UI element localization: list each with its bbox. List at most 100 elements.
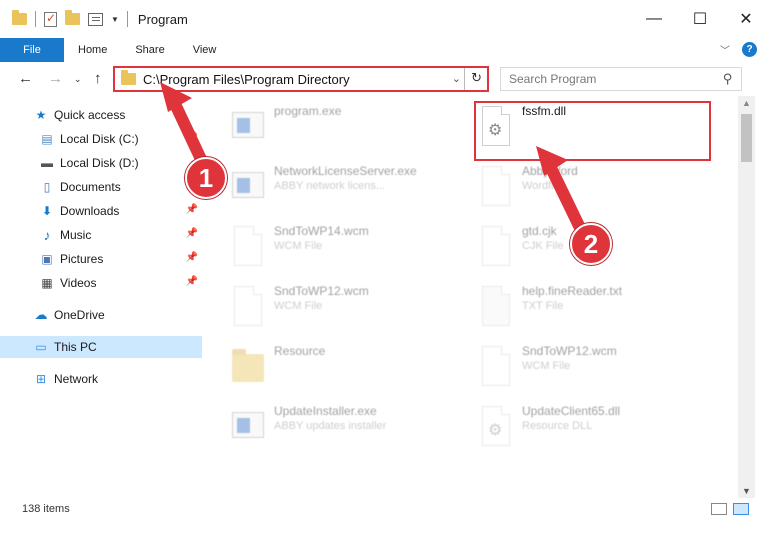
recent-locations-chevron-icon[interactable]: ⌄: [74, 74, 82, 85]
nav-label: This PC: [54, 340, 97, 354]
tab-home[interactable]: Home: [64, 38, 121, 62]
back-arrow-icon[interactable]: ←: [18, 70, 33, 87]
refresh-icon[interactable]: ↻: [471, 70, 482, 86]
title-bar: ▼ Program — ☐ ✕: [0, 0, 769, 38]
details-view-icon[interactable]: [711, 503, 727, 515]
address-dropdown-icon[interactable]: ⌄: [452, 72, 461, 85]
drive-icon: ▤: [41, 132, 53, 146]
tab-share[interactable]: Share: [121, 38, 178, 62]
pictures-icon: ▣: [41, 252, 53, 266]
music-icon: ♪: [43, 227, 51, 243]
file-item[interactable]: SndToWP12.wcm WCM File: [230, 284, 470, 340]
dll-file-icon: ⚙: [478, 406, 512, 452]
file-item[interactable]: SndToWP12.wcm WCM File: [478, 344, 718, 400]
pin-icon[interactable]: 📌: [186, 252, 198, 263]
up-arrow-icon[interactable]: ↑: [94, 70, 102, 87]
scrollbar-thumb[interactable]: [741, 114, 752, 162]
file-item[interactable]: program.exe: [230, 104, 470, 160]
file-item[interactable]: Resource: [230, 344, 470, 400]
document-file-icon: [478, 166, 512, 212]
file-item[interactable]: ⚙ UpdateClient65.dll Resource DLL: [478, 404, 718, 460]
nav-label: Documents: [60, 180, 121, 194]
file-name: Resource: [274, 344, 326, 358]
new-folder-icon[interactable]: [65, 10, 80, 25]
status-bar: 138 items: [0, 498, 769, 520]
nav-item-local-disk-d[interactable]: ▬ Local Disk (D:): [0, 152, 202, 174]
star-icon: ★: [35, 108, 47, 122]
nav-label: Music: [60, 228, 92, 242]
navigation-pane: ★ Quick access ▤ Local Disk (C:) 📌 ▬ Loc…: [0, 96, 202, 498]
nav-this-pc[interactable]: ▭ This PC: [0, 336, 202, 358]
file-name: AbbyWord: [522, 164, 578, 178]
file-name: NetworkLicenseServer.exe: [274, 164, 417, 178]
file-type: CJK File: [522, 240, 564, 252]
file-type: TXT File: [522, 300, 564, 312]
toolbar-separator: [126, 11, 128, 27]
documents-icon: ▯: [43, 180, 51, 194]
nav-onedrive[interactable]: ☁ OneDrive: [0, 304, 202, 326]
pin-icon[interactable]: 📌: [186, 132, 198, 143]
nav-label: Network: [54, 372, 99, 386]
file-name: help.fineReader.txt: [522, 284, 623, 298]
pin-icon[interactable]: 📌: [186, 228, 198, 239]
nav-quick-access[interactable]: ★ Quick access: [0, 104, 202, 126]
file-item[interactable]: NetworkLicenseServer.exe ABBY network lic…: [230, 164, 470, 220]
close-button[interactable]: ✕: [723, 0, 769, 38]
file-type: WCM File: [274, 300, 323, 312]
minimize-button[interactable]: —: [631, 0, 677, 38]
downloads-icon: ⬇: [41, 204, 53, 218]
tab-view[interactable]: View: [179, 38, 231, 62]
tab-file[interactable]: File: [0, 38, 64, 62]
file-item[interactable]: SndToWP14.wcm WCM File: [230, 224, 470, 280]
pin-icon[interactable]: 📌: [186, 276, 198, 287]
folder-icon: [12, 10, 27, 25]
file-item[interactable]: UpdateInstaller.exe ABBY updates installe…: [230, 404, 470, 460]
file-item[interactable]: AbbyWord Wordfile: [478, 164, 718, 220]
file-highlight-box: [474, 101, 711, 161]
quick-access-toolbar-icon[interactable]: [88, 12, 103, 26]
address-divider: [464, 68, 465, 90]
nav-item-pictures[interactable]: ▣ Pictures 📌: [0, 248, 202, 270]
file-type: Wordfile: [522, 180, 563, 192]
file-name: gtd.cjk: [522, 224, 557, 238]
forward-arrow-icon[interactable]: →: [48, 70, 63, 87]
vertical-scrollbar[interactable]: ▲ ▼: [738, 96, 755, 498]
search-input[interactable]: [501, 72, 711, 86]
address-bar[interactable]: C:\Program Files\Program Directory ⌄ ↻: [113, 66, 489, 92]
nav-network[interactable]: ⊞ Network: [0, 368, 202, 390]
maximize-button[interactable]: ☐: [677, 0, 723, 38]
nav-label: Quick access: [54, 108, 126, 122]
help-icon[interactable]: ?: [742, 42, 757, 57]
window-title: Program: [137, 11, 188, 27]
scroll-down-icon[interactable]: ▼: [742, 486, 751, 496]
document-file-icon: [230, 286, 264, 332]
customize-toolbar-arrow-icon[interactable]: ▼: [111, 15, 119, 24]
videos-icon: ▦: [41, 276, 53, 290]
document-file-icon: [230, 226, 264, 272]
folder-icon: [121, 70, 136, 85]
cloud-icon: ☁: [34, 307, 48, 322]
file-type: WCM File: [522, 360, 571, 372]
nav-label: OneDrive: [54, 308, 105, 322]
file-type: Resource DLL: [522, 420, 593, 432]
properties-check-icon[interactable]: [44, 11, 57, 27]
file-name: UpdateInstaller.exe: [274, 404, 377, 418]
file-type: ABBY updates installer: [274, 420, 387, 432]
nav-item-music[interactable]: ♪ Music 📌: [0, 224, 202, 246]
search-box[interactable]: ⚲: [500, 67, 742, 91]
pin-icon[interactable]: 📌: [186, 204, 198, 215]
nav-item-local-disk-c[interactable]: ▤ Local Disk (C:) 📌: [0, 128, 202, 150]
tiles-view-icon[interactable]: [733, 503, 749, 515]
address-path[interactable]: C:\Program Files\Program Directory: [143, 72, 350, 87]
file-item[interactable]: help.fineReader.txt TXT File: [478, 284, 718, 340]
file-name: UpdateClient65.dll: [522, 404, 621, 418]
expand-ribbon-chevron-icon[interactable]: ﹀: [720, 42, 730, 57]
search-icon[interactable]: ⚲: [723, 71, 733, 87]
scroll-up-icon[interactable]: ▲: [742, 98, 751, 108]
nav-item-downloads[interactable]: ⬇ Downloads 📌: [0, 200, 202, 222]
nav-item-documents[interactable]: ▯ Documents 📌: [0, 176, 202, 198]
nav-item-videos[interactable]: ▦ Videos 📌: [0, 272, 202, 294]
exe-file-icon: [230, 166, 264, 212]
bottom-edge: [0, 520, 769, 538]
item-count: 138 items: [22, 503, 70, 515]
